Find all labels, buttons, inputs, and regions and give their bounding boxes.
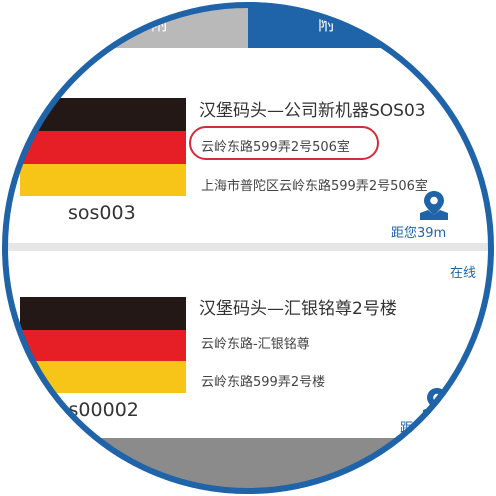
germany-flag-icon bbox=[20, 98, 186, 196]
tab-left[interactable]: 附 bbox=[2, 2, 248, 48]
store-code: sos00002 bbox=[47, 399, 139, 421]
tab-bar: 附 附 bbox=[2, 2, 494, 48]
store-address-full: 云岭东路599弄2号楼 bbox=[201, 375, 326, 390]
store-name: 汉堡码头—公司新机器SOS03 bbox=[199, 101, 426, 121]
store-address-short: 云岭东路-汇银铭尊 bbox=[201, 337, 310, 352]
app-screen: 附 附 sos003 汉堡码头—公司新机器SOS03 云岭东路599弄2号506… bbox=[2, 2, 494, 494]
store-address-short: 云岭东路599弄2号506室 bbox=[201, 140, 350, 155]
online-status-badge: 在线 bbox=[450, 266, 477, 281]
bottom-bar bbox=[2, 438, 494, 494]
divider bbox=[2, 243, 494, 251]
distance-label[interactable]: 距 bbox=[400, 417, 413, 436]
store-address-full: 上海市普陀区云岭东路599弄2号506室 bbox=[201, 179, 428, 194]
store-card[interactable]: sos003 汉堡码头—公司新机器SOS03 云岭东路599弄2号506室 上海… bbox=[2, 50, 494, 243]
distance-label[interactable]: 距您39m bbox=[391, 222, 446, 241]
store-card[interactable]: 在线 sos00002 汉堡码头—汇银铭尊2号楼 云岭东路-汇银铭尊 云岭东路5… bbox=[2, 254, 494, 438]
map-pin-icon[interactable] bbox=[422, 386, 452, 418]
map-pin-icon[interactable] bbox=[419, 189, 449, 221]
germany-flag-icon bbox=[20, 297, 186, 393]
tab-nearby[interactable]: 附 bbox=[248, 2, 494, 48]
circular-frame: 附 附 sos003 汉堡码头—公司新机器SOS03 云岭东路599弄2号506… bbox=[2, 2, 494, 494]
store-code: sos003 bbox=[68, 202, 136, 224]
store-name: 汉堡码头—汇银铭尊2号楼 bbox=[199, 299, 397, 319]
